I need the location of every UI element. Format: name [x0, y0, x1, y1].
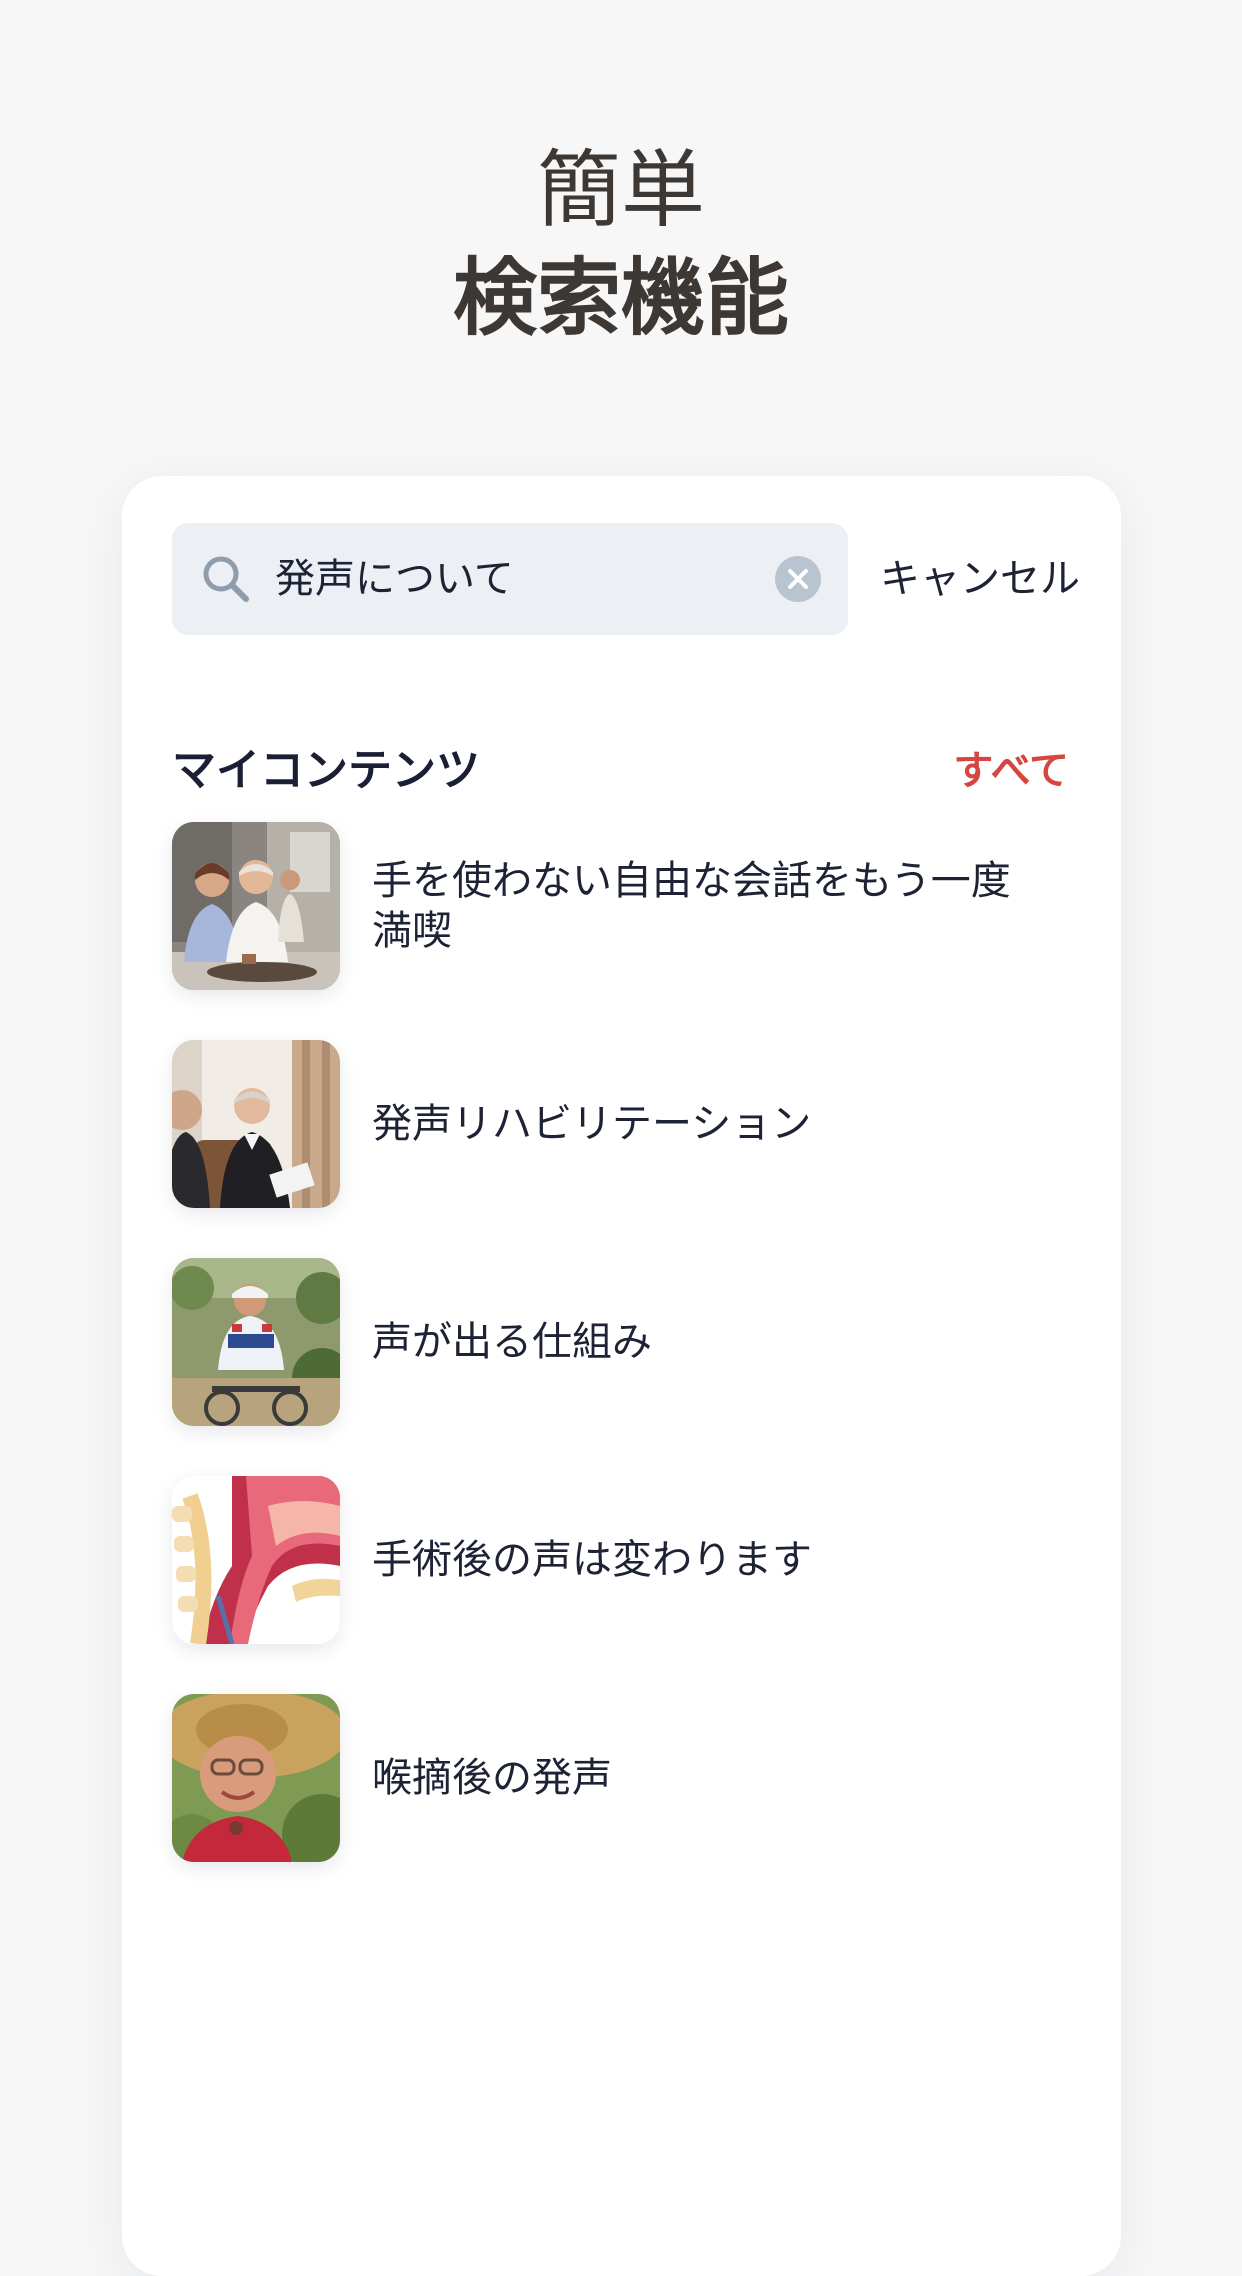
hero-title-line2: 検索機能 — [452, 249, 789, 347]
cancel-button[interactable]: キャンセル — [880, 523, 1080, 635]
woman-portrait-thumbnail — [172, 1694, 340, 1862]
search-input[interactable]: 発声について — [275, 523, 514, 635]
list-item-label: 喉摘後の発声 — [372, 1755, 612, 1801]
content-list: 手を使わない自由な会話をもう一度満喫 発声リハビリテーション 声が出る仕組み 手… — [172, 822, 1072, 1912]
conversation-photo-thumbnail — [172, 1040, 340, 1208]
cyclist-photo-thumbnail — [172, 1258, 340, 1426]
list-item[interactable]: 喉摘後の発声 — [172, 1694, 1072, 1912]
list-item[interactable]: 手術後の声は変わります — [172, 1476, 1072, 1694]
section-title: マイコンテンツ — [172, 745, 480, 796]
cafe-photo-thumbnail — [172, 822, 340, 990]
list-item[interactable]: 発声リハビリテーション — [172, 1040, 1072, 1258]
list-item-label: 手を使わない自由な会話をもう一度満喫 — [372, 858, 1011, 954]
list-item[interactable]: 声が出る仕組み — [172, 1258, 1072, 1476]
search-card: 発声について キャンセル マイコンテンツ すべて 手を使わない自由な会話をもう一… — [122, 476, 1121, 2276]
list-item[interactable]: 手を使わない自由な会話をもう一度満喫 — [172, 822, 1072, 1040]
search-icon — [200, 553, 252, 605]
see-all-link[interactable]: すべて — [953, 741, 1069, 801]
hero-title-line1: 簡単 — [536, 141, 705, 239]
list-item-label: 声が出る仕組み — [372, 1319, 652, 1365]
list-item-label: 発声リハビリテーション — [372, 1101, 812, 1147]
list-item-label: 手術後の声は変わります — [372, 1537, 812, 1583]
throat-anatomy-thumbnail — [172, 1476, 340, 1644]
search-field[interactable]: 発声について — [172, 523, 848, 635]
clear-icon[interactable] — [774, 555, 822, 603]
